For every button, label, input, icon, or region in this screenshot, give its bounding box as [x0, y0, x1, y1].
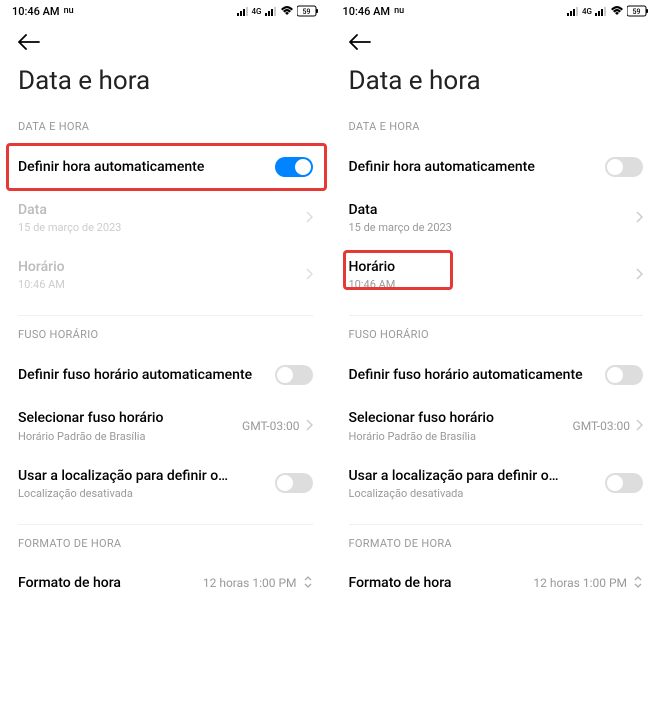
toggle-auto-time[interactable] [605, 157, 643, 177]
wifi-icon [280, 6, 294, 16]
row-time[interactable]: Horário 10:46 AM [331, 246, 661, 303]
format-value: 12 horas 1:00 PM [203, 576, 297, 590]
date-label: Data [349, 201, 637, 219]
chevron-icon [306, 416, 313, 435]
select-tz-sub: Horário Padrão de Brasília [349, 430, 573, 443]
section-header-datahora: DATA E HORA [0, 120, 331, 145]
status-carrier: nu [394, 6, 404, 16]
svg-text:59: 59 [302, 8, 310, 16]
updown-icon [303, 574, 313, 593]
section-header-datahora: DATA E HORA [331, 120, 661, 145]
select-tz-value: GMT-03:00 [242, 419, 299, 433]
network-label: 4G [252, 7, 262, 16]
status-time: 10:46 AM [12, 5, 60, 18]
divider [18, 524, 313, 525]
auto-tz-label: Definir fuso horário automaticamente [349, 366, 606, 384]
screen-left: 10:46 AM nu 4G 59 Data e hora DATA E HOR… [0, 0, 331, 720]
row-time-format[interactable]: Formato de hora 12 horas 1:00 PM [331, 562, 661, 605]
row-select-tz[interactable]: Selecionar fuso horário Horário Padrão d… [331, 397, 661, 454]
status-bar: 10:46 AM nu 4G 59 [0, 0, 331, 22]
use-loc-label: Usar a localização para definir o… [349, 467, 606, 485]
time-label: Horário [18, 258, 306, 276]
chevron-icon [636, 208, 643, 227]
battery-icon: 59 [627, 5, 649, 17]
toggle-auto-tz[interactable] [605, 365, 643, 385]
time-value: 10:46 AM [349, 278, 637, 291]
format-label: Formato de hora [349, 574, 534, 592]
section-header-fuso: FUSO HORÁRIO [331, 328, 661, 353]
use-loc-label: Usar a localização para definir o… [18, 467, 275, 485]
select-tz-label: Selecionar fuso horário [349, 409, 573, 427]
toggle-use-location[interactable] [605, 473, 643, 493]
date-value: 15 de março de 2023 [349, 221, 637, 234]
time-value: 10:46 AM [18, 278, 306, 291]
svg-text:59: 59 [633, 8, 641, 16]
row-use-location[interactable]: Usar a localização para definir o… Local… [331, 455, 661, 512]
updown-icon [633, 574, 643, 593]
row-date[interactable]: Data 15 de março de 2023 [331, 189, 661, 246]
toggle-use-location[interactable] [275, 473, 313, 493]
network-label: 4G [582, 7, 592, 16]
row-use-location[interactable]: Usar a localização para definir o… Local… [0, 455, 331, 512]
divider [18, 315, 313, 316]
signal-icon [237, 6, 249, 16]
signal-icon-2 [595, 6, 607, 16]
use-loc-sub: Localização desativada [18, 487, 275, 500]
row-auto-tz[interactable]: Definir fuso horário automaticamente [331, 353, 661, 397]
battery-icon: 59 [297, 5, 319, 17]
section-header-fuso: FUSO HORÁRIO [0, 328, 331, 353]
back-button[interactable] [0, 22, 331, 58]
row-date[interactable]: Data 15 de março de 2023 [0, 189, 331, 246]
divider [349, 524, 644, 525]
signal-icon-2 [265, 6, 277, 16]
status-time: 10:46 AM [343, 5, 391, 18]
row-auto-time[interactable]: Definir hora automaticamente [331, 145, 661, 189]
row-auto-tz[interactable]: Definir fuso horário automaticamente [0, 353, 331, 397]
row-select-tz[interactable]: Selecionar fuso horário Horário Padrão d… [0, 397, 331, 454]
select-tz-value: GMT-03:00 [573, 419, 630, 433]
section-header-formato: FORMATO DE HORA [0, 537, 331, 562]
page-title: Data e hora [0, 58, 331, 120]
format-label: Formato de hora [18, 574, 203, 592]
status-carrier: nu [64, 6, 74, 16]
auto-time-label: Definir hora automaticamente [349, 158, 606, 176]
divider [349, 315, 644, 316]
toggle-auto-tz[interactable] [275, 365, 313, 385]
screen-right: 10:46 AM nu 4G 59 Data e hora DATA E HOR… [331, 0, 661, 720]
select-tz-label: Selecionar fuso horário [18, 409, 242, 427]
wifi-icon [610, 6, 624, 16]
back-button[interactable] [331, 22, 661, 58]
row-auto-time[interactable]: Definir hora automaticamente [0, 145, 331, 189]
auto-tz-label: Definir fuso horário automaticamente [18, 366, 275, 384]
toggle-auto-time[interactable] [275, 157, 313, 177]
row-time[interactable]: Horário 10:46 AM [0, 246, 331, 303]
chevron-icon [636, 265, 643, 284]
chevron-icon [306, 208, 313, 227]
status-bar: 10:46 AM nu 4G 59 [331, 0, 661, 22]
select-tz-sub: Horário Padrão de Brasília [18, 430, 242, 443]
date-label: Data [18, 201, 306, 219]
chevron-icon [306, 265, 313, 284]
date-value: 15 de março de 2023 [18, 221, 306, 234]
use-loc-sub: Localização desativada [349, 487, 606, 500]
signal-icon [567, 6, 579, 16]
chevron-icon [636, 416, 643, 435]
auto-time-label: Definir hora automaticamente [18, 158, 275, 176]
time-label: Horário [349, 258, 637, 276]
page-title: Data e hora [331, 58, 661, 120]
section-header-formato: FORMATO DE HORA [331, 537, 661, 562]
format-value: 12 horas 1:00 PM [533, 576, 627, 590]
row-time-format[interactable]: Formato de hora 12 horas 1:00 PM [0, 562, 331, 605]
